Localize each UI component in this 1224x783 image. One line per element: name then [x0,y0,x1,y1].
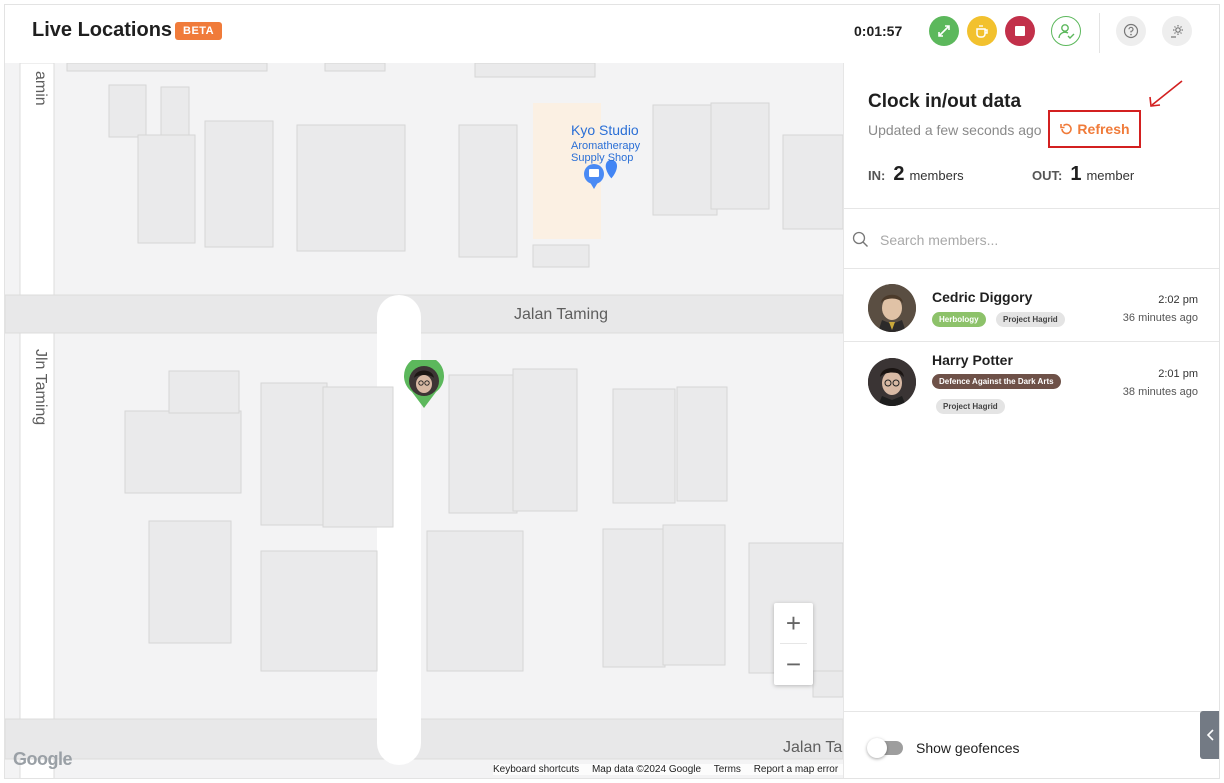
page-title: Live Locations [32,19,173,41]
tag-herbology: Herbology [932,312,986,327]
chevron-left-icon [1206,729,1214,741]
street-label-vertical: Jln Taming [32,349,49,426]
app-window: Live Locations BETA 0:01:57 amin Jln Tam… [4,4,1220,779]
report-map-error-link[interactable]: Report a map error [754,764,838,775]
annotation-arrow-icon [1149,80,1183,107]
help-button[interactable] [1116,16,1146,46]
geofence-label: Show geofences [916,740,1020,756]
refresh-button[interactable]: Refresh [1048,110,1141,148]
member-status-button[interactable] [1051,16,1081,46]
out-label: OUT: [1032,168,1063,183]
map-canvas [5,63,843,778]
coffee-icon [976,25,988,38]
panel-title: Clock in/out data [868,91,1022,112]
street-label-top: amin [32,71,49,106]
switch-job-button[interactable] [929,16,959,46]
map-data-text: Map data ©2024 Google [591,764,702,775]
street-label-main: Jalan Taming [514,306,608,323]
switch-icon [938,25,950,37]
settings-button[interactable] [1162,16,1192,46]
header-divider [1099,13,1100,53]
in-unit: members [909,168,964,183]
clock-in-ago: 36 minutes ago [1122,312,1198,324]
map-attribution: Keyboard shortcuts Map data ©2024 Google… [493,764,843,775]
beta-badge: BETA [175,22,223,40]
search-icon [852,231,868,247]
top-header: Live Locations BETA 0:01:57 [5,5,1219,64]
tag-project: Project Hagrid [996,312,1065,327]
clock-in-time: 2:02 pm [1158,294,1198,306]
google-logo: Google [13,749,73,769]
user-check-icon [1058,24,1075,39]
member-row[interactable]: Cedric Diggory Herbology Project Hagrid … [844,269,1219,342]
clock-out-button[interactable] [1005,16,1035,46]
refresh-label: Refresh [1077,121,1130,137]
collapse-panel-button[interactable] [1200,711,1219,759]
clock-timer: 0:01:57 [854,23,903,39]
member-search [844,209,1219,269]
refresh-icon [1060,123,1073,135]
keyboard-shortcuts-link[interactable]: Keyboard shortcuts [493,764,579,775]
zoom-control: + − [774,603,813,685]
updated-status: Updated a few seconds ago [868,122,1042,138]
search-input[interactable] [878,227,1182,253]
in-count: IN: 2 members [868,163,964,186]
clock-in-ago: 38 minutes ago [1122,386,1198,398]
out-unit: member [1086,168,1135,183]
poi-name[interactable]: Kyo Studio [571,122,639,138]
member-row[interactable]: Harry Potter Defence Against the Dark Ar… [844,342,1219,415]
in-label: IN: [868,168,886,183]
zoom-in-button[interactable]: + [774,603,813,643]
avatar [868,358,916,406]
poi-subtitle: Aromatherapy Supply Shop [571,140,641,164]
tag-dark-arts: Defence Against the Dark Arts [932,374,1061,389]
member-name: Harry Potter [932,352,1013,368]
in-number: 2 [893,163,905,185]
stop-icon [1015,26,1025,36]
avatar [868,284,916,332]
tag-project: Project Hagrid [936,399,1005,414]
gear-icon [1171,25,1183,38]
out-count: OUT: 1 member [1032,163,1134,186]
map-view[interactable]: amin Jln Taming Jalan Taming Jalan Ta Ky… [5,63,843,778]
geofence-toggle[interactable] [867,738,903,758]
geofence-toggle-row: Show geofences [844,711,1219,778]
terms-link[interactable]: Terms [714,764,741,775]
toggle-knob [867,738,887,758]
out-number: 1 [1070,163,1082,185]
zoom-out-button[interactable]: − [774,644,813,684]
member-name: Cedric Diggory [932,289,1033,305]
help-icon [1123,23,1139,39]
break-button[interactable] [967,16,997,46]
clock-data-panel: Clock in/out data Updated a few seconds … [843,63,1219,778]
location-pin-icon [404,360,444,408]
clock-in-time: 2:01 pm [1158,368,1198,380]
street-label-bottom: Jalan Ta [783,739,843,756]
